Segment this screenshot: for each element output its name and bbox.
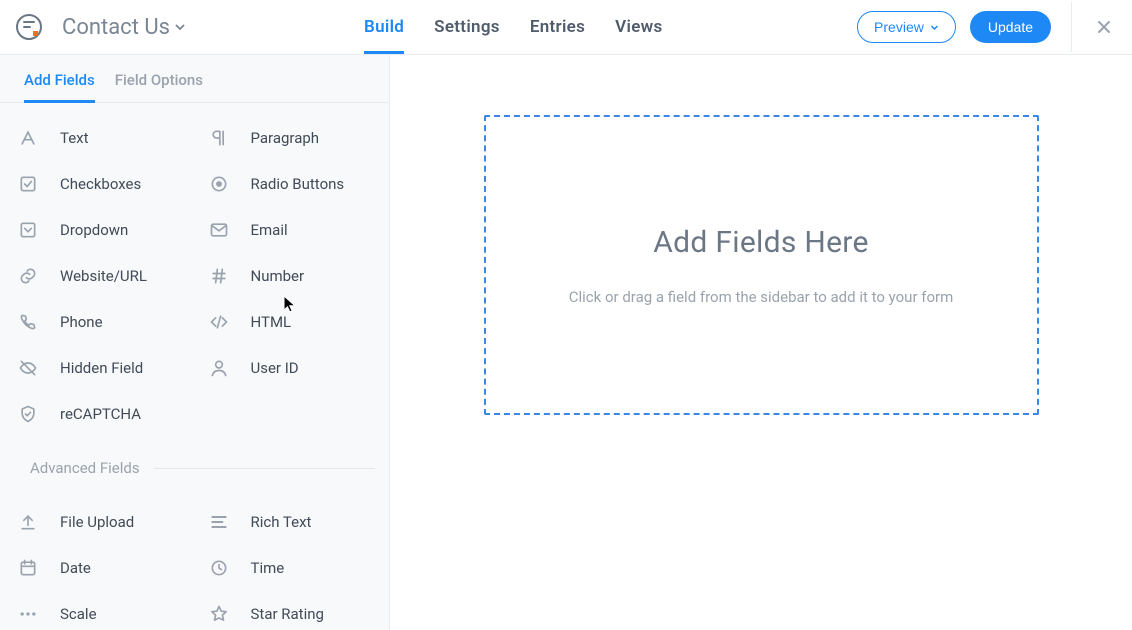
field-label: Website/URL [60, 267, 147, 285]
dropzone[interactable]: Add Fields Here Click or drag a field fr… [484, 115, 1039, 415]
richtext-icon [209, 512, 241, 532]
field-text[interactable]: Text [8, 115, 195, 161]
field-scale[interactable]: Scale [8, 591, 195, 630]
field-paragraph[interactable]: Paragraph [199, 115, 386, 161]
advanced-fields-grid: File Upload Rich Text Date [0, 487, 389, 630]
phone-icon [18, 312, 50, 332]
tab-build[interactable]: Build [364, 17, 404, 54]
field-phone[interactable]: Phone [8, 299, 195, 345]
topbar-actions: Preview Update [857, 2, 1116, 52]
field-rich-text[interactable]: Rich Text [199, 499, 386, 545]
paragraph-icon [209, 128, 241, 148]
field-label: Text [60, 129, 89, 147]
page-title-text: Contact Us [62, 15, 170, 40]
field-label: Star Rating [251, 605, 324, 623]
field-label: Date [60, 559, 91, 577]
field-star-rating[interactable]: Star Rating [199, 591, 386, 630]
sidebar-tab-field-options[interactable]: Field Options [115, 55, 203, 103]
date-icon [18, 558, 50, 578]
preview-label: Preview [874, 19, 924, 35]
chevron-down-icon [930, 23, 939, 32]
email-icon [209, 220, 241, 240]
field-label: HTML [251, 313, 292, 331]
divider [1071, 2, 1072, 52]
field-file-upload[interactable]: File Upload [8, 499, 195, 545]
code-icon [209, 312, 241, 332]
dropzone-title: Add Fields Here [653, 225, 868, 260]
sidebar: Add Fields Field Options Text Paragraph [0, 55, 390, 630]
upload-icon [18, 512, 50, 532]
hidden-icon [18, 358, 50, 378]
field-label: Radio Buttons [251, 175, 345, 193]
app-logo[interactable] [14, 12, 44, 42]
hash-icon [209, 266, 241, 286]
field-html[interactable]: HTML [199, 299, 386, 345]
main-area: Add Fields Field Options Text Paragraph [0, 55, 1132, 630]
section-label: Advanced Fields [30, 459, 140, 477]
field-label: Rich Text [251, 513, 312, 531]
recaptcha-icon [18, 404, 50, 424]
close-button[interactable] [1092, 15, 1116, 39]
topbar: Contact Us Build Settings Entries Views … [0, 0, 1132, 55]
field-date[interactable]: Date [8, 545, 195, 591]
link-icon [18, 266, 50, 286]
page-title-dropdown[interactable]: Contact Us [62, 15, 186, 40]
field-user-id[interactable]: User ID [199, 345, 386, 391]
preview-button[interactable]: Preview [857, 11, 956, 43]
dropzone-subtitle: Click or drag a field from the sidebar t… [569, 288, 954, 306]
field-label: Checkboxes [60, 175, 141, 193]
form-canvas: Add Fields Here Click or drag a field fr… [390, 55, 1132, 630]
field-label: User ID [251, 359, 299, 377]
star-icon [209, 604, 241, 624]
dropdown-icon [18, 220, 50, 240]
field-website-url[interactable]: Website/URL [8, 253, 195, 299]
field-recaptcha[interactable]: reCAPTCHA [8, 391, 195, 437]
field-radio-buttons[interactable]: Radio Buttons [199, 161, 386, 207]
field-label: File Upload [60, 513, 134, 531]
sidebar-tab-add-fields[interactable]: Add Fields [24, 55, 95, 103]
radio-icon [209, 174, 241, 194]
field-label: Time [251, 559, 285, 577]
basic-fields-grid: Text Paragraph Checkboxes [0, 103, 389, 449]
field-hidden[interactable]: Hidden Field [8, 345, 195, 391]
scale-icon [18, 604, 50, 624]
field-time[interactable]: Time [199, 545, 386, 591]
field-email[interactable]: Email [199, 207, 386, 253]
field-label: Phone [60, 313, 103, 331]
tab-entries[interactable]: Entries [530, 17, 585, 54]
time-icon [209, 558, 241, 578]
field-number[interactable]: Number [199, 253, 386, 299]
field-checkboxes[interactable]: Checkboxes [8, 161, 195, 207]
update-button[interactable]: Update [970, 11, 1051, 43]
field-label: Hidden Field [60, 359, 143, 377]
main-tabs: Build Settings Entries Views [364, 0, 663, 54]
chevron-down-icon [174, 21, 186, 33]
field-label: Email [251, 221, 288, 239]
advanced-fields-heading: Advanced Fields [0, 449, 389, 487]
checkbox-icon [18, 174, 50, 194]
sidebar-tabs: Add Fields Field Options [0, 55, 389, 103]
field-dropdown[interactable]: Dropdown [8, 207, 195, 253]
field-label: Number [251, 267, 305, 285]
text-icon [18, 128, 50, 148]
field-label: Dropdown [60, 221, 128, 239]
field-label: Paragraph [251, 129, 320, 147]
tab-settings[interactable]: Settings [434, 17, 500, 54]
field-label: Scale [60, 605, 97, 623]
user-icon [209, 358, 241, 378]
tab-views[interactable]: Views [615, 17, 662, 54]
field-label: reCAPTCHA [60, 405, 141, 423]
